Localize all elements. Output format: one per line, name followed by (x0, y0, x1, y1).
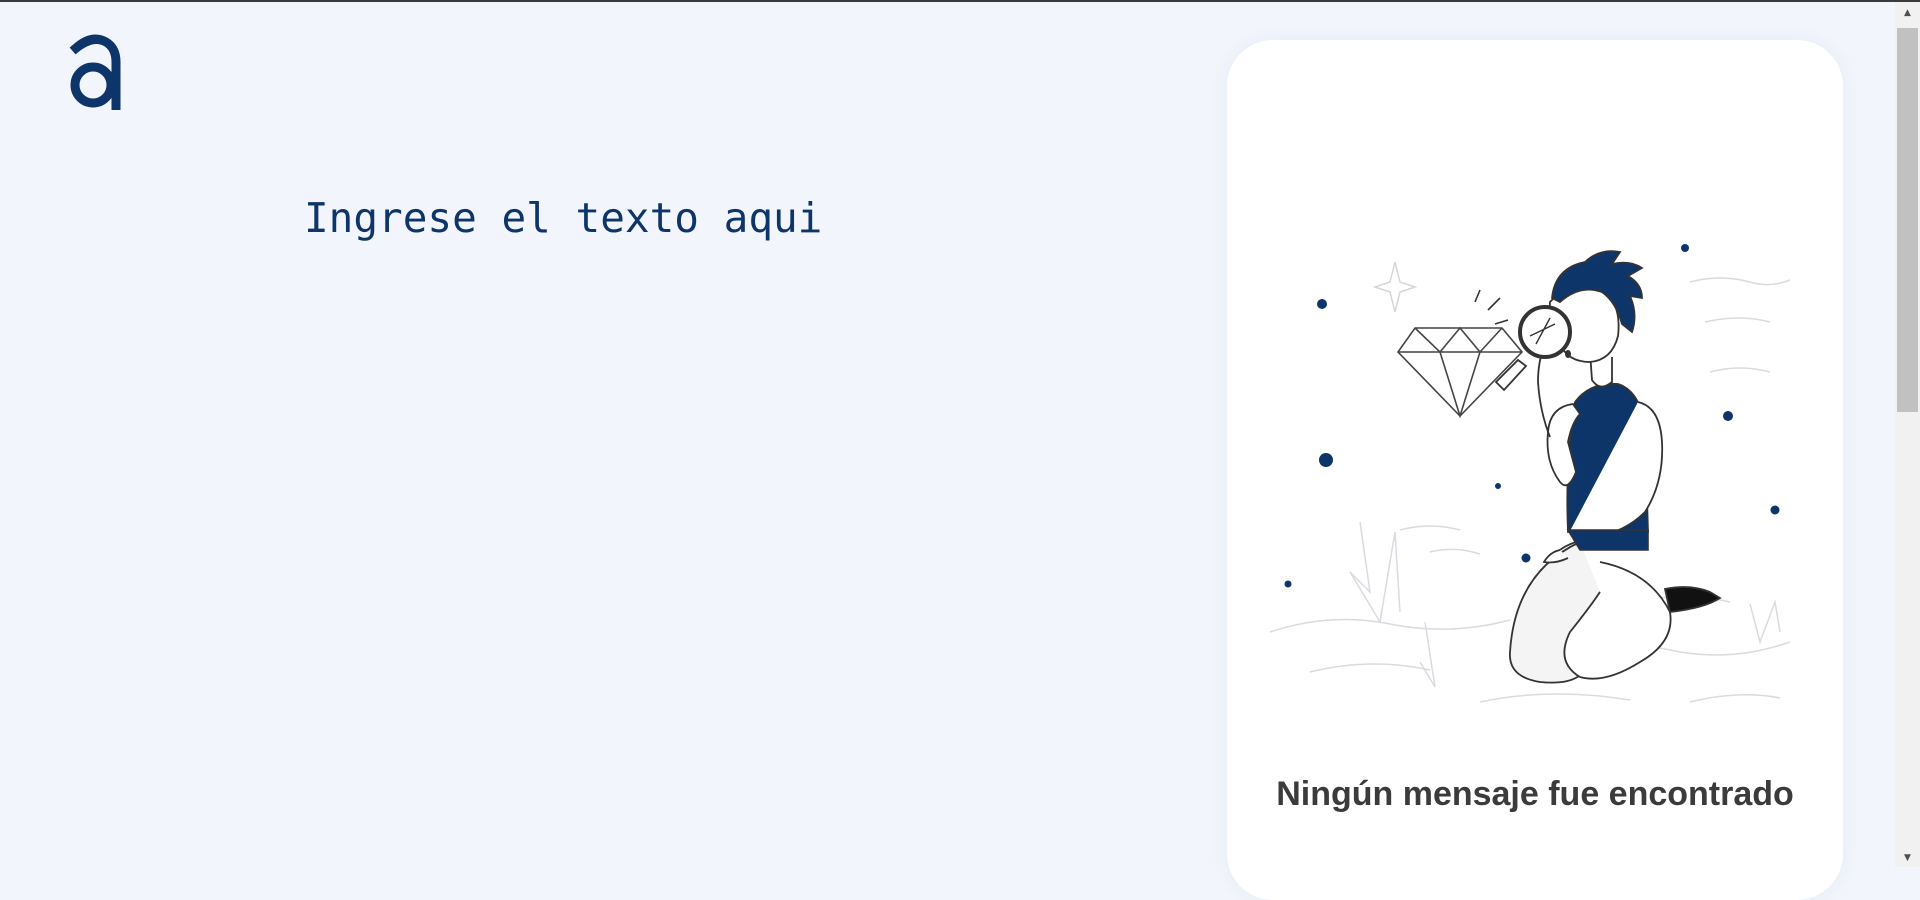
empty-state-title: Ningún mensaje fue encontrado (1276, 775, 1794, 813)
window-top-border (0, 0, 1920, 2)
text-input[interactable] (304, 188, 1104, 248)
scroll-up-arrow-icon[interactable]: ▲ (1895, 4, 1920, 22)
scroll-down-arrow-icon[interactable]: ▼ (1895, 849, 1920, 867)
vertical-scrollbar[interactable]: ▲ ▼ (1895, 2, 1920, 867)
search-diamond-illustration (1269, 244, 1791, 703)
brand-logo[interactable] (66, 34, 122, 110)
scrollbar-thumb[interactable] (1897, 28, 1918, 412)
